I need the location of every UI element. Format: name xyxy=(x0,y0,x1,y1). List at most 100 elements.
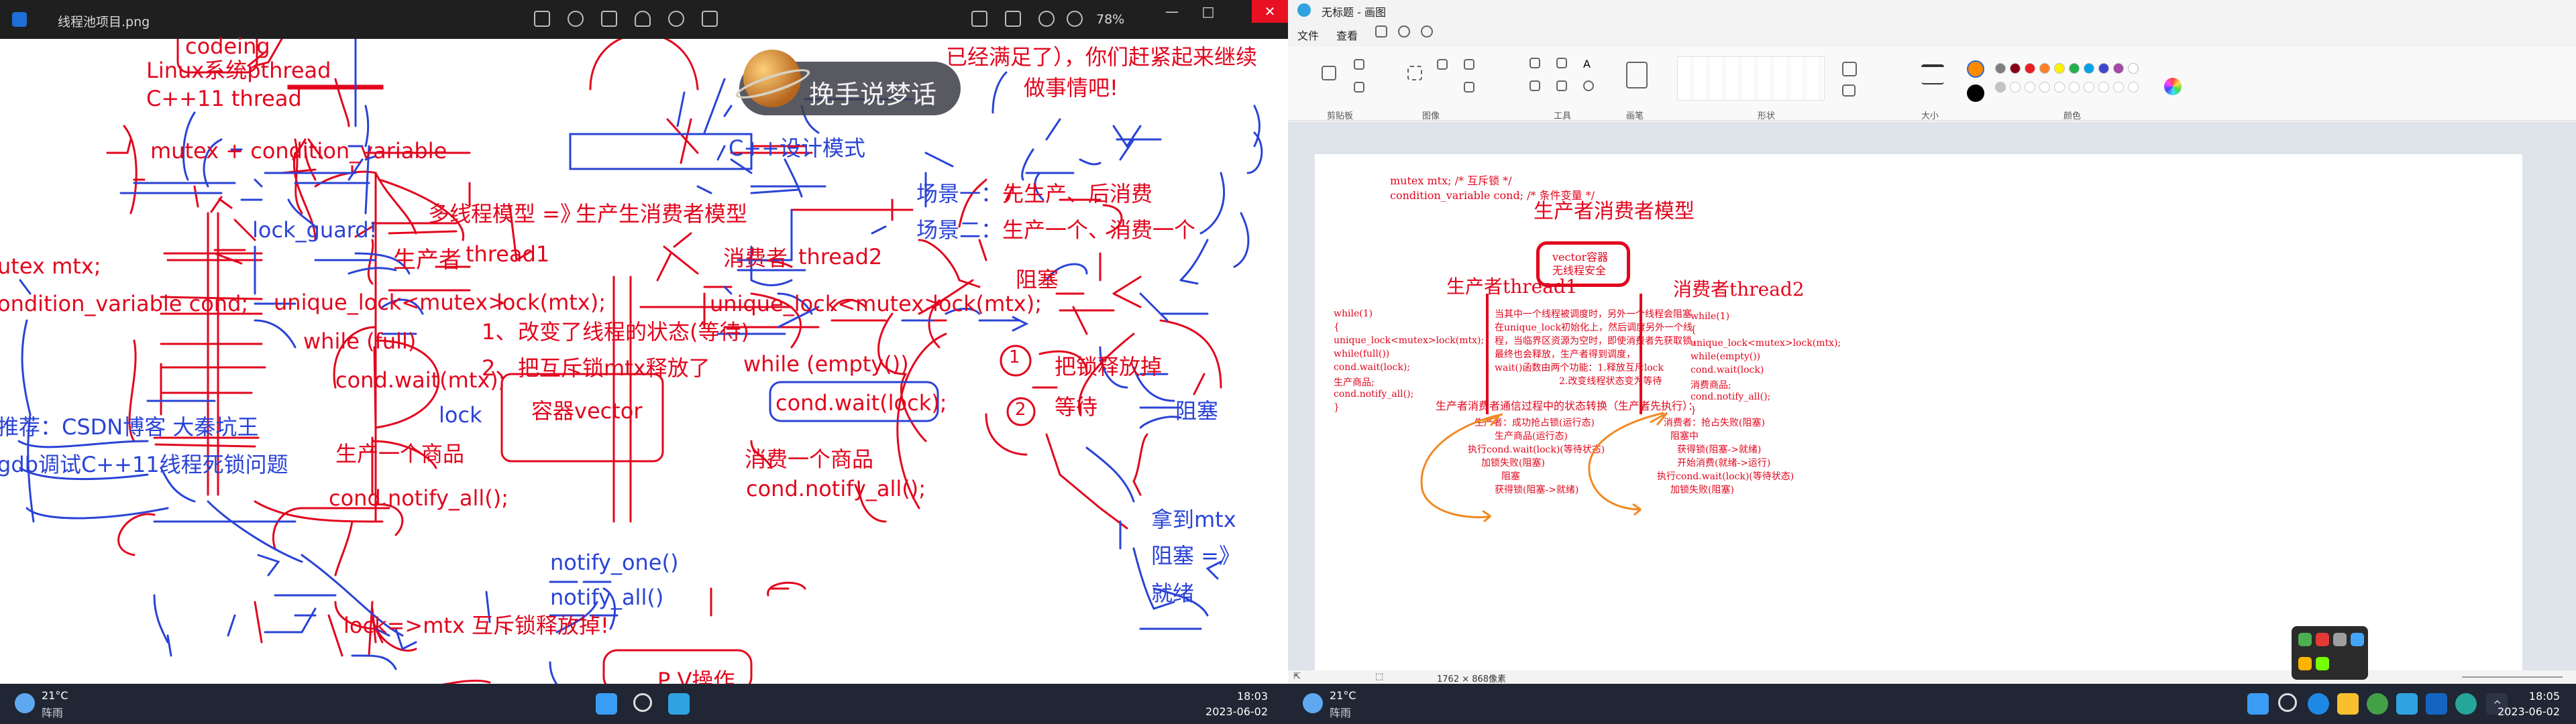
rotate-icon[interactable] xyxy=(568,11,584,27)
favorite-icon[interactable] xyxy=(635,11,651,27)
save-icon[interactable] xyxy=(1375,25,1387,38)
color2[interactable] xyxy=(1967,84,1984,102)
minimize-button[interactable]: — xyxy=(1154,0,1190,23)
edit-colors-icon[interactable] xyxy=(2164,78,2182,95)
shape-fill-icon[interactable] xyxy=(1842,84,1856,97)
palette-empty-slot[interactable] xyxy=(2025,82,2035,93)
palette-color[interactable] xyxy=(2069,63,2080,74)
palette-color[interactable] xyxy=(2098,63,2109,74)
browser-icon[interactable] xyxy=(2455,693,2477,715)
note-scene1-label: 场景一： xyxy=(916,181,1003,206)
palette-empty-slot[interactable] xyxy=(2113,82,2124,93)
zoom-slider[interactable] xyxy=(2462,676,2563,678)
palette-color[interactable] xyxy=(1995,63,2006,74)
edit-icon[interactable] xyxy=(534,11,550,27)
close-button[interactable]: ✕ xyxy=(1252,0,1288,23)
weather-icon[interactable] xyxy=(15,693,35,713)
eraser-icon[interactable] xyxy=(1529,80,1540,91)
rotate-tool-icon[interactable] xyxy=(1464,82,1474,93)
crop-icon[interactable] xyxy=(1005,11,1021,27)
paint-statusbar: ⇱ ⬚ 1762 × 868像素 xyxy=(1288,670,2576,684)
delete-icon[interactable] xyxy=(601,11,617,27)
wechat-icon[interactable] xyxy=(2367,693,2388,715)
text-tool-icon[interactable]: A xyxy=(1583,58,1594,70)
fill-icon[interactable] xyxy=(1556,58,1567,68)
right-monitor: 无标题 - 画图 文件 查看 A 剪贴板 图像 工具 画笔 形状 大小 颜色 m… xyxy=(1288,0,2576,724)
palette-color[interactable] xyxy=(2128,63,2139,74)
search-icon[interactable] xyxy=(633,693,652,712)
note-cpp-design-pattern: C++设计模式 xyxy=(729,135,865,161)
color-picker-icon[interactable] xyxy=(1556,80,1567,91)
note-notify-all-right: cond.notify_all(); xyxy=(746,476,926,501)
expand-icon[interactable] xyxy=(971,11,987,27)
paint-icon[interactable] xyxy=(2396,693,2418,715)
tray-app-icon-green[interactable] xyxy=(2316,657,2329,670)
outline-icon[interactable] xyxy=(1842,62,1857,76)
start-icon-right[interactable] xyxy=(2247,693,2269,715)
palette-empty-slot[interactable] xyxy=(2098,82,2109,93)
palette-empty-slot[interactable] xyxy=(2084,82,2094,93)
clock-time: 18:03 xyxy=(1236,690,1268,703)
paint-taskbar-icon[interactable] xyxy=(668,693,690,715)
edge-icon[interactable] xyxy=(2308,693,2329,715)
select-icon[interactable] xyxy=(1407,66,1422,80)
palette-color[interactable] xyxy=(2010,63,2021,74)
palette-empty-slot[interactable] xyxy=(2039,82,2050,93)
palette-color[interactable] xyxy=(2084,63,2094,74)
undo-icon[interactable] xyxy=(1398,25,1410,38)
note-step2-text: 把互斥锁mtx释放了 xyxy=(518,355,710,381)
watermark-overlay: 挽手说梦话 xyxy=(733,50,961,115)
gallery-icon[interactable] xyxy=(702,11,718,27)
image-filename: 线程池项目.png xyxy=(58,15,150,29)
tray-app-icon-yellow[interactable] xyxy=(2298,657,2312,670)
wechat-tray-icon[interactable] xyxy=(2298,633,2312,646)
menu-file[interactable]: 文件 xyxy=(1297,27,1319,43)
search-icon-right[interactable] xyxy=(2278,693,2297,712)
palette-color[interactable] xyxy=(1995,82,2006,93)
tray-app-icon-red[interactable] xyxy=(2316,633,2329,646)
palette-empty-slot[interactable] xyxy=(2128,82,2139,93)
color1-active[interactable] xyxy=(1967,60,1984,78)
palette-color[interactable] xyxy=(2113,63,2124,74)
windows-start-icon[interactable] xyxy=(596,693,617,715)
zoom-out-icon[interactable] xyxy=(1038,11,1055,27)
resize-icon[interactable] xyxy=(1464,59,1474,70)
tray-app-icon-blue[interactable] xyxy=(2351,633,2364,646)
note-scene1-text: 先生产、后消费 xyxy=(1002,181,1153,206)
magnifier-icon[interactable] xyxy=(1583,80,1594,91)
vscode-icon[interactable] xyxy=(2426,693,2447,715)
paint-canvas[interactable]: mutex mtx; /* 互斥锁 */ condition_variable … xyxy=(1315,154,2522,670)
note-multithread-model: 多线程模型 =》 xyxy=(428,201,582,227)
maximize-button[interactable]: □ xyxy=(1190,0,1226,23)
menu-view[interactable]: 查看 xyxy=(1336,27,1358,43)
size-icon[interactable] xyxy=(1921,64,1944,84)
zoom-in-icon[interactable] xyxy=(1067,11,1083,27)
file-explorer-icon[interactable] xyxy=(2337,693,2359,715)
note-mutex-mtx: utex mtx; xyxy=(0,253,101,279)
palette-color[interactable] xyxy=(2025,63,2035,74)
palette-color[interactable] xyxy=(2054,63,2065,74)
group-brushes: 画笔 xyxy=(1626,111,1644,121)
weather-icon-right[interactable] xyxy=(1303,693,1323,713)
pencil-icon[interactable] xyxy=(1529,58,1540,68)
shapes-gallery[interactable] xyxy=(1677,56,1825,101)
canvas-workspace: mutex mtx; /* 互斥锁 */ condition_variable … xyxy=(1288,122,2576,670)
palette-empty-slot[interactable] xyxy=(2010,82,2021,93)
group-size: 大小 xyxy=(1921,111,1939,121)
palette-empty-slot[interactable] xyxy=(2054,82,2065,93)
brushes-icon[interactable] xyxy=(1626,62,1648,88)
tray-app-icon-gray[interactable] xyxy=(2333,633,2347,646)
note-get-mtx: 拿到mtx xyxy=(1151,507,1236,532)
cut-icon[interactable] xyxy=(1354,59,1364,70)
redo-icon[interactable] xyxy=(1421,25,1433,38)
note-notify-all: notify_all() xyxy=(550,585,664,610)
note-top-right: 已经满足了），你们赶紧起来继续 xyxy=(946,44,1258,70)
crop-tool-icon[interactable] xyxy=(1437,59,1448,70)
palette-empty-slot[interactable] xyxy=(2069,82,2080,93)
paste-icon[interactable] xyxy=(1322,66,1336,80)
copy-icon[interactable] xyxy=(1354,82,1364,93)
palette-color[interactable] xyxy=(2039,63,2050,74)
group-image: 图像 xyxy=(1422,111,1440,121)
info-icon[interactable] xyxy=(668,11,684,27)
note-blocked-right: 阻塞 xyxy=(1175,398,1219,424)
